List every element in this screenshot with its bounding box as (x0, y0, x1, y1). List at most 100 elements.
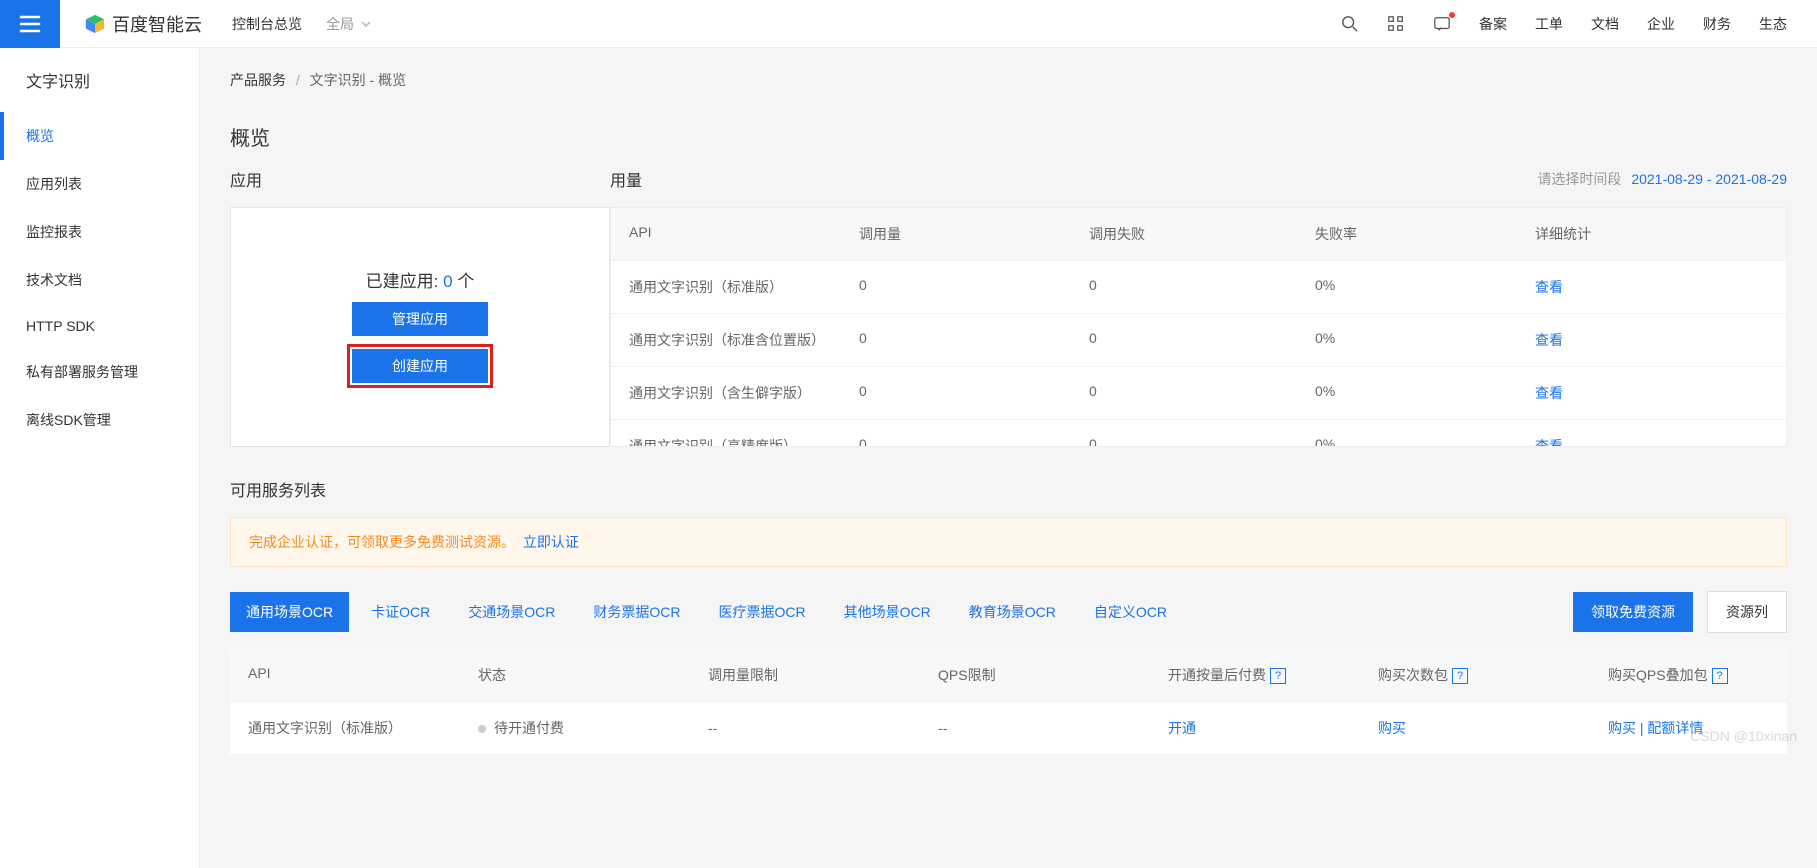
cell-api: 通用文字识别（标准版） (611, 261, 841, 313)
svc-col-qps: QPS限制 (920, 649, 1150, 701)
cell-api: 通用文字识别（含生僻字版） (611, 367, 841, 419)
message-icon[interactable] (1433, 15, 1451, 33)
page-title: 概览 (230, 100, 1787, 167)
cell-fails: 0 (1071, 367, 1297, 419)
get-free-resource-button[interactable]: 领取免费资源 (1573, 592, 1693, 632)
cell-rate: 0% (1297, 420, 1517, 447)
notice-text: 完成企业认证，可领取更多免费测试资源。 (249, 534, 515, 550)
sidebar-item-apps[interactable]: 应用列表 (0, 160, 199, 208)
crumb-root[interactable]: 产品服务 (230, 72, 286, 88)
usage-row: 通用文字识别（标准版）000%查看 (611, 260, 1786, 313)
usage-row: 通用文字识别（含生僻字版）000%查看 (611, 366, 1786, 419)
col-fails: 调用失败 (1071, 208, 1297, 260)
app-count-unit: 个 (457, 272, 474, 291)
chevron-down-icon (360, 18, 372, 30)
help-icon[interactable]: ? (1452, 668, 1468, 684)
notice-link[interactable]: 立即认证 (523, 534, 579, 550)
cell-api: 通用文字识别（标准含位置版） (611, 314, 841, 366)
breadcrumb: 产品服务 / 文字识别 - 概览 (200, 48, 1817, 100)
notice-banner: 完成企业认证，可领取更多免费测试资源。 立即认证 (230, 517, 1787, 567)
brand-logo[interactable]: 百度智能云 (84, 11, 202, 37)
view-link[interactable]: 查看 (1535, 385, 1563, 401)
nav-enterprise[interactable]: 企业 (1647, 14, 1675, 34)
tab-1[interactable]: 卡证OCR (355, 592, 446, 632)
tab-5[interactable]: 其他场景OCR (828, 592, 947, 632)
brand-text: 百度智能云 (112, 11, 202, 37)
view-link[interactable]: 查看 (1535, 438, 1563, 447)
nav-doc[interactable]: 文档 (1591, 14, 1619, 34)
date-range[interactable]: 请选择时间段 2021-08-29 - 2021-08-29 (1537, 169, 1787, 189)
cell-fails: 0 (1071, 420, 1297, 447)
svc-col-api: API (230, 649, 460, 701)
tab-2[interactable]: 交通场景OCR (452, 592, 571, 632)
sidebar-item-monitor[interactable]: 监控报表 (0, 208, 199, 256)
cell-fails: 0 (1071, 314, 1297, 366)
svc-status: 待开通付费 (460, 702, 690, 754)
console-title[interactable]: 控制台总览 (232, 14, 302, 34)
svc-buy-link[interactable]: 购买 (1378, 720, 1406, 736)
usage-thead: API 调用量 调用失败 失败率 详细统计 (611, 208, 1786, 260)
svc-col-qpsbuy: 购买QPS叠加包? (1590, 649, 1787, 701)
services-row: 通用文字识别（标准版） 待开通付费 -- -- 开通 购买 购买 | 配额详情 (230, 701, 1787, 754)
sidebar-item-private[interactable]: 私有部署服务管理 (0, 348, 199, 396)
tab-7[interactable]: 自定义OCR (1078, 592, 1183, 632)
svc-api: 通用文字识别（标准版） (230, 702, 460, 754)
svc-col-limit: 调用量限制 (690, 649, 920, 701)
sidebar-title: 文字识别 (0, 48, 199, 112)
sidebar-item-offline[interactable]: 离线SDK管理 (0, 396, 199, 444)
cell-calls: 0 (841, 261, 1071, 313)
services-title: 可用服务列表 (230, 477, 1787, 501)
create-app-button[interactable]: 创建应用 (352, 349, 488, 383)
tab-3[interactable]: 财务票据OCR (577, 592, 696, 632)
crumb-current: 文字识别 - 概览 (310, 72, 406, 88)
hamburger-button[interactable] (0, 0, 60, 48)
services-thead: API 状态 调用量限制 QPS限制 开通按量后付费? 购买次数包? 购买QPS… (230, 649, 1787, 701)
help-icon[interactable]: ? (1270, 668, 1286, 684)
svc-qpsbuy-link[interactable]: 购买 | 配额详情 (1608, 720, 1703, 736)
tab-0[interactable]: 通用场景OCR (230, 592, 349, 632)
hamburger-icon (18, 12, 42, 36)
search-icon[interactable] (1341, 15, 1359, 33)
panel-app: 应用 已建应用: 0 个 管理应用 创建应用 (230, 167, 610, 447)
svc-col-pay: 开通按量后付费? (1150, 649, 1360, 701)
sidebar-item-overview[interactable]: 概览 (0, 112, 199, 160)
view-link[interactable]: 查看 (1535, 332, 1563, 348)
help-icon[interactable]: ? (1712, 668, 1728, 684)
cell-rate: 0% (1297, 314, 1517, 366)
view-link[interactable]: 查看 (1535, 279, 1563, 295)
date-range-label: 请选择时间段 (1537, 171, 1621, 187)
usage-table: API 调用量 调用失败 失败率 详细统计 通用文字识别（标准版）000%查看通… (610, 207, 1787, 447)
col-calls: 调用量 (841, 208, 1071, 260)
cell-calls: 0 (841, 367, 1071, 419)
date-range-value: 2021-08-29 - 2021-08-29 (1631, 171, 1787, 187)
logo-icon (84, 13, 106, 35)
service-tabs: 通用场景OCR卡证OCR交通场景OCR财务票据OCR医疗票据OCR其他场景OCR… (230, 592, 1573, 632)
col-rate: 失败率 (1297, 208, 1517, 260)
app-count: 已建应用: 0 个 (347, 267, 493, 292)
tab-4[interactable]: 医疗票据OCR (703, 592, 822, 632)
app-count-prefix: 已建应用: (366, 272, 439, 291)
nav-eco[interactable]: 生态 (1759, 14, 1787, 34)
nav-ticket[interactable]: 工单 (1535, 14, 1563, 34)
cell-rate: 0% (1297, 367, 1517, 419)
sidebar-item-techdoc[interactable]: 技术文档 (0, 256, 199, 304)
svc-pay-link[interactable]: 开通 (1168, 720, 1196, 736)
global-select[interactable]: 全局 (326, 14, 372, 34)
top-header: 百度智能云 控制台总览 全局 备案 工单 文档 企业 财务 生态 (0, 0, 1817, 48)
cell-api: 通用文字识别（高精度版） (611, 420, 841, 447)
sidebar-item-httpsdk[interactable]: HTTP SDK (0, 304, 199, 348)
col-view: 详细统计 (1517, 208, 1786, 260)
crumb-sep: / (296, 72, 300, 88)
nav-finance[interactable]: 财务 (1703, 14, 1731, 34)
global-select-label: 全局 (326, 14, 354, 34)
svc-limit: -- (690, 704, 920, 752)
nav-beian[interactable]: 备案 (1479, 14, 1507, 34)
create-app-highlight: 创建应用 (347, 344, 493, 388)
tab-6[interactable]: 教育场景OCR (953, 592, 1072, 632)
panel-usage-title: 用量 (610, 167, 642, 191)
manage-app-button[interactable]: 管理应用 (352, 302, 488, 336)
col-api: API (611, 208, 841, 260)
resource-list-button[interactable]: 资源列 (1707, 591, 1787, 633)
usage-row: 通用文字识别（高精度版）000%查看 (611, 419, 1786, 447)
apps-grid-icon[interactable] (1387, 15, 1405, 33)
